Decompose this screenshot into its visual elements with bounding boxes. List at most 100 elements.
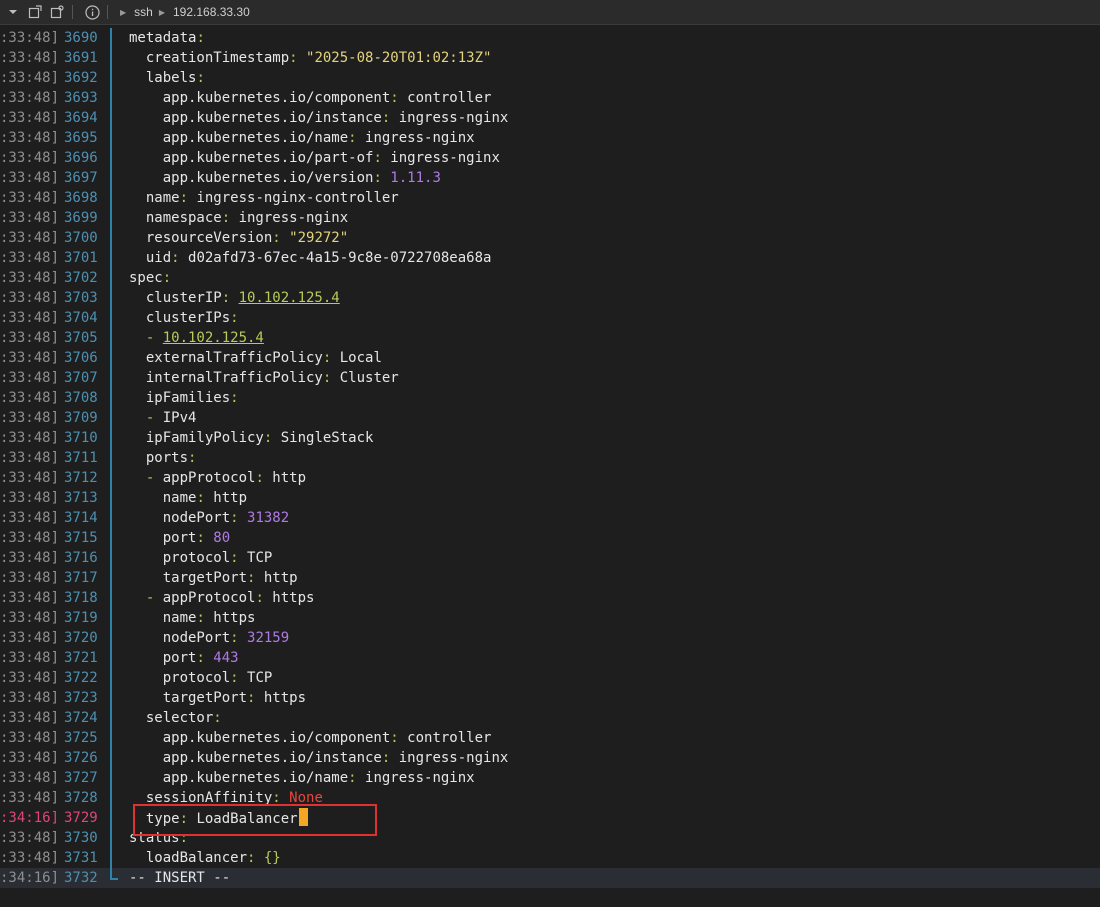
code-line[interactable]: :33:48] 3691 creationTimestamp: "2025-08-… — [0, 48, 1100, 68]
line-number: 3731 — [64, 850, 98, 866]
code-line[interactable]: :33:48] 3715 port: 80 — [0, 528, 1100, 548]
line-content: resourceVersion: "29272" — [129, 228, 348, 248]
code-line[interactable]: :33:48] 3721 port: 443 — [0, 648, 1100, 668]
line-number: 3730 — [64, 830, 98, 846]
breadcrumb-ssh[interactable]: ssh — [134, 5, 153, 19]
gutter-bar — [110, 188, 112, 208]
mode-line[interactable]: :34:16] 3732 -- INSERT -- — [0, 868, 1100, 888]
line-content: port: 443 — [129, 648, 239, 668]
code-line[interactable]: :33:48] 3712 - appProtocol: http — [0, 468, 1100, 488]
gutter-bar — [110, 368, 112, 388]
gutter-bar — [110, 768, 112, 788]
terminal-editor[interactable]: :33:48] 3690 metadata::33:48] 3691 creation… — [0, 28, 1100, 888]
line-number: 3705 — [64, 330, 98, 346]
yaml-colon: : — [196, 30, 205, 46]
code-line[interactable]: :33:48] 3720 nodePort: 32159 — [0, 628, 1100, 648]
code-line[interactable]: :33:48] 3701 uid: d02afd73-67ec-4a15-9c8e… — [0, 248, 1100, 268]
yaml-key: labels — [145, 70, 197, 86]
code-line[interactable]: :33:48] 3704 clusterIPs: — [0, 308, 1100, 328]
gutter-bar — [110, 88, 112, 108]
code-line[interactable]: :33:48] 3707 internalTrafficPolicy: Clust… — [0, 368, 1100, 388]
gutter-bar — [110, 228, 112, 248]
yaml-colon: : — [179, 190, 197, 206]
gutter-bar — [110, 688, 112, 708]
code-line[interactable]: :33:48] 3693 app.kubernetes.io/component:… — [0, 88, 1100, 108]
gutter-bar — [110, 168, 112, 188]
gutter-bar — [110, 628, 112, 648]
code-line[interactable]: :33:48] 3717 targetPort: http — [0, 568, 1100, 588]
line-timestamp: :33:48] — [0, 250, 60, 266]
code-line[interactable]: :33:48] 3702 spec: — [0, 268, 1100, 288]
code-line[interactable]: :33:48] 3709 - IPv4 — [0, 408, 1100, 428]
yaml-value: 32159 — [247, 630, 290, 646]
yaml-key: selector — [145, 710, 214, 726]
toolbar-divider — [72, 5, 73, 19]
code-line[interactable]: :33:48] 3714 nodePort: 31382 — [0, 508, 1100, 528]
code-line[interactable]: :33:48] 3708 ipFamilies: — [0, 388, 1100, 408]
line-content: selector: — [129, 708, 222, 728]
line-content: name: http — [129, 488, 247, 508]
code-line[interactable]: :33:48] 3697 app.kubernetes.io/version: 1… — [0, 168, 1100, 188]
line-timestamp: :33:48] — [0, 370, 60, 386]
list-dash: - — [145, 330, 163, 346]
code-line[interactable]: :33:48] 3705 - 10.102.125.4 — [0, 328, 1100, 348]
code-line[interactable]: :33:48] 3722 protocol: TCP — [0, 668, 1100, 688]
line-number: 3699 — [64, 210, 98, 226]
duplicate-icon[interactable] — [48, 3, 66, 21]
new-window-icon[interactable] — [26, 3, 44, 21]
code-line[interactable]: :33:48] 3692 labels: — [0, 68, 1100, 88]
gutter-bar — [110, 308, 112, 328]
code-line[interactable]: :33:48] 3700 resourceVersion: "29272" — [0, 228, 1100, 248]
code-line[interactable]: :33:48] 3723 targetPort: https — [0, 688, 1100, 708]
code-line[interactable]: :33:48] 3710 ipFamilyPolicy: SingleStack — [0, 428, 1100, 448]
code-line[interactable]: :33:48] 3726 app.kubernetes.io/instance: … — [0, 748, 1100, 768]
code-line[interactable]: :33:48] 3694 app.kubernetes.io/instance: … — [0, 108, 1100, 128]
code-line[interactable]: :33:48] 3706 externalTrafficPolicy: Local — [0, 348, 1100, 368]
code-line[interactable]: :33:48] 3696 app.kubernetes.io/part-of: i… — [0, 148, 1100, 168]
line-number: 3708 — [64, 390, 98, 406]
gutter-bar — [110, 508, 112, 528]
code-line[interactable]: :33:48] 3725 app.kubernetes.io/component:… — [0, 728, 1100, 748]
yaml-colon: : — [162, 270, 172, 286]
line-timestamp: :33:48] — [0, 510, 60, 526]
code-line[interactable]: :33:48] 3695 app.kubernetes.io/name: ingr… — [0, 128, 1100, 148]
yaml-colon: : — [230, 390, 239, 406]
code-line[interactable]: :33:48] 3716 protocol: TCP — [0, 548, 1100, 568]
info-icon[interactable] — [83, 3, 101, 21]
yaml-key: name — [145, 190, 180, 206]
code-line[interactable]: :33:48] 3731 loadBalancer: {} — [0, 848, 1100, 868]
code-line[interactable]: :33:48] 3727 app.kubernetes.io/name: ingr… — [0, 768, 1100, 788]
line-timestamp: :33:48] — [0, 630, 60, 646]
code-line[interactable]: :33:48] 3718 - appProtocol: https — [0, 588, 1100, 608]
line-timestamp: :33:48] — [0, 90, 60, 106]
yaml-key: internalTrafficPolicy — [145, 370, 323, 386]
yaml-value: ingress-nginx — [365, 130, 475, 146]
gutter-bar — [110, 728, 112, 748]
code-line[interactable]: :33:48] 3699 namespace: ingress-nginx — [0, 208, 1100, 228]
chevron-down-icon[interactable] — [4, 3, 22, 21]
code-line[interactable]: :33:48] 3713 name: http — [0, 488, 1100, 508]
breadcrumb-host[interactable]: 192.168.33.30 — [173, 5, 250, 19]
yaml-colon: : — [373, 150, 391, 166]
yaml-colon: : — [390, 730, 408, 746]
code-line[interactable]: :33:48] 3690 metadata: — [0, 28, 1100, 48]
yaml-colon: : — [196, 70, 205, 86]
code-line[interactable]: :33:48] 3703 clusterIP: 10.102.125.4 — [0, 288, 1100, 308]
yaml-value: ingress-nginx — [390, 150, 500, 166]
yaml-value: 443 — [213, 650, 239, 666]
gutter-bar — [110, 28, 112, 48]
line-number: 3695 — [64, 130, 98, 146]
gutter-bar — [110, 848, 112, 868]
line-timestamp: :34:16] — [0, 810, 60, 826]
code-line[interactable]: :33:48] 3724 selector: — [0, 708, 1100, 728]
code-line[interactable]: :33:48] 3698 name: ingress-nginx-controll… — [0, 188, 1100, 208]
yaml-value: ingress-nginx — [398, 750, 509, 766]
code-line[interactable]: :33:48] 3711 ports: — [0, 448, 1100, 468]
line-timestamp: :33:48] — [0, 150, 60, 166]
code-line[interactable]: :33:48] 3719 name: https — [0, 608, 1100, 628]
line-content: ipFamilies: — [129, 388, 239, 408]
